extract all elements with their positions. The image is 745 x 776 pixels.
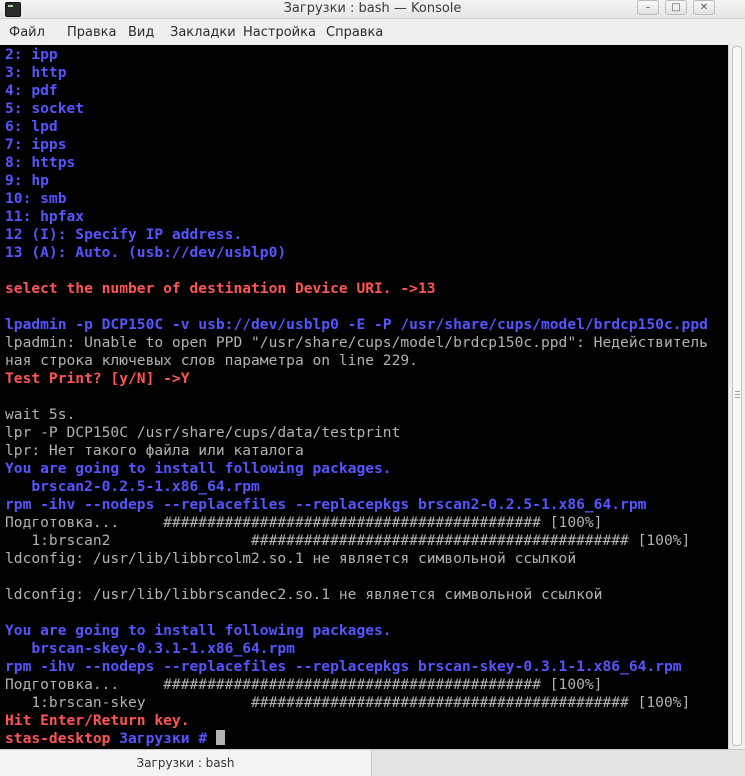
menu-bar: Файл Правка Вид Закладки Настройка Справ…	[0, 20, 745, 45]
terminal-line: lpr: Нет такого файла или каталога	[5, 442, 304, 459]
menu-settings[interactable]: Настройка	[243, 25, 316, 40]
tab-bash[interactable]: Загрузки : bash	[0, 750, 372, 776]
terminal-line: 4: pdf	[5, 82, 58, 99]
vertical-scrollbar[interactable]	[728, 45, 745, 749]
terminal-line: 3: http	[5, 64, 67, 81]
terminal-line: wait 5s.	[5, 406, 76, 423]
terminal-line: 10: smb	[5, 190, 67, 207]
menu-edit[interactable]: Правка	[67, 25, 116, 40]
terminal-line: ная строка ключевых слов параметра on li…	[5, 352, 418, 369]
terminal-line: lpadmin: Unable to open PPD "/usr/share/…	[5, 334, 708, 351]
menu-bookmarks[interactable]: Закладки	[170, 25, 236, 40]
terminal-line: 2: ipp	[5, 46, 58, 63]
terminal-line: 6: lpd	[5, 118, 58, 135]
maximize-button[interactable]: □	[665, 0, 687, 15]
terminal-line: 8: https	[5, 154, 76, 171]
prompt-directory: Загрузки	[119, 730, 190, 747]
menu-view[interactable]: Вид	[128, 25, 154, 40]
terminal-line: rpm -ihv --nodeps --replacefiles --repla…	[5, 496, 647, 513]
terminal-line: brscan-skey-0.3.1-1.x86_64.rpm	[5, 640, 295, 657]
terminal-line: 1:brscan-skey ##########################…	[5, 694, 691, 711]
text-cursor	[215, 730, 225, 745]
terminal-output[interactable]: 2: ipp 3: http 4: pdf 5: socket 6: lpd 7: ipp…	[0, 45, 728, 749]
terminal-line: 13 (A): Auto. (usb://dev/usblp0)	[5, 244, 287, 261]
terminal-line: 9: hp	[5, 172, 49, 189]
prompt-symbol: #	[198, 730, 208, 747]
terminal-line: Hit Enter/Return key.	[5, 712, 190, 729]
terminal-line: You are going to install following packa…	[5, 460, 392, 477]
terminal-line: Test Print? [y/N] ->Y	[5, 370, 190, 387]
terminal-line: brscan2-0.2.5-1.x86_64.rpm	[5, 478, 260, 495]
terminal-line: lpadmin -p DCP150C -v usb://dev/usblp0 -…	[5, 316, 708, 333]
terminal-line: ldconfig: /usr/lib/libbrcolm2.so.1 не яв…	[5, 550, 577, 567]
terminal-line: 1:brscan2 ##############################…	[5, 532, 691, 549]
close-button[interactable]: ✕	[693, 0, 715, 15]
tab-bar: Загрузки : bash	[0, 749, 745, 776]
terminal-line: 5: socket	[5, 100, 85, 117]
terminal-line: rpm -ihv --nodeps --replacefiles --repla…	[5, 658, 682, 675]
terminal-line: 12 (I): Specify IP address.	[5, 226, 243, 243]
terminal-line: Подготовка... ##########################…	[5, 514, 603, 531]
terminal-line: Подготовка... ##########################…	[5, 676, 603, 693]
scrollbar-thumb[interactable]	[732, 46, 742, 746]
terminal-line: lpr -P DCP150C /usr/share/cups/data/test…	[5, 424, 401, 441]
window-title: Загрузки : bash — Konsole	[283, 1, 462, 16]
title-bar: Загрузки : bash — Konsole – □ ✕	[0, 0, 745, 19]
terminal-line: ldconfig: /usr/lib/libbrscandec2.so.1 не…	[5, 586, 603, 603]
terminal-line: You are going to install following packa…	[5, 622, 392, 639]
shell-prompt[interactable]: stas-desktop Загрузки #	[5, 730, 225, 748]
minimize-button[interactable]: –	[637, 0, 659, 15]
terminal-line: 11: hpfax	[5, 208, 85, 225]
menu-file[interactable]: Файл	[9, 25, 45, 40]
terminal-line: 7: ipps	[5, 136, 67, 153]
menu-help[interactable]: Справка	[326, 25, 383, 40]
terminal-line: select the number of destination Device …	[5, 280, 436, 297]
prompt-host: stas-desktop	[5, 730, 111, 747]
